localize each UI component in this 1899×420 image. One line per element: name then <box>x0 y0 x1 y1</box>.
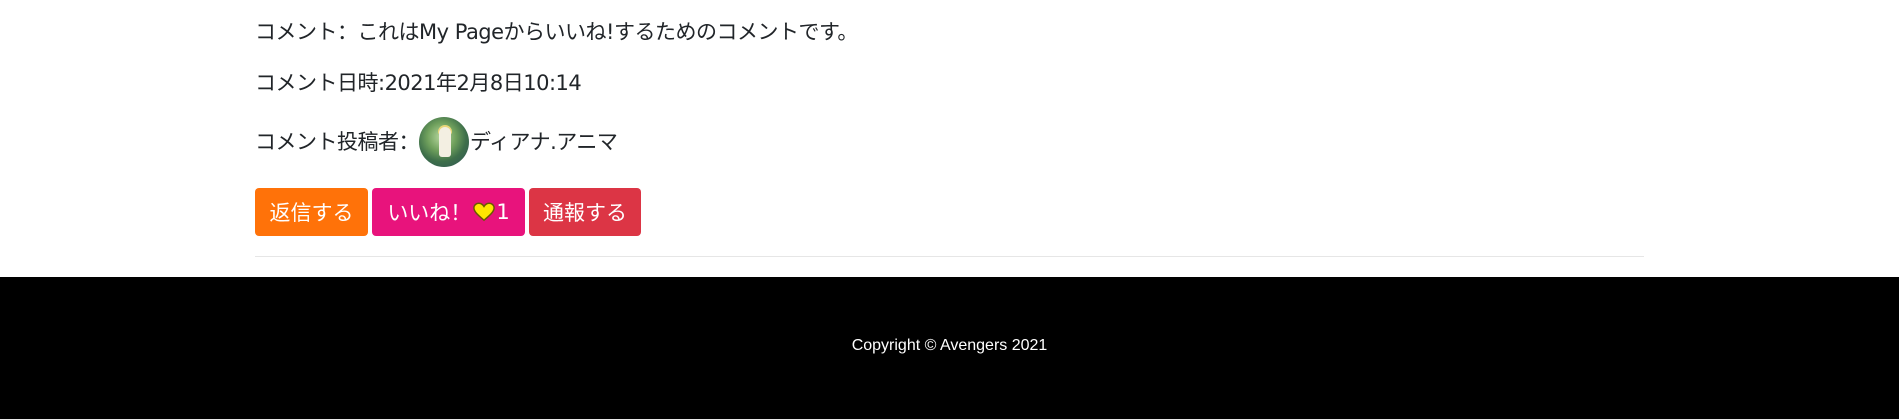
author-label: コメント投稿者： <box>255 130 420 154</box>
author-name[interactable]: ディアナ.アニマ <box>470 128 618 156</box>
heart-icon <box>473 202 496 222</box>
page: コメント：これはMy Pageからいいね!するためのコメントです。 コメント日時… <box>0 0 1899 420</box>
avatar[interactable] <box>419 117 469 167</box>
reply-button-label: 返信する <box>269 201 354 225</box>
like-count: 1 <box>496 200 510 224</box>
comment-author: コメント投稿者： ディアナ.アニマ <box>255 117 618 167</box>
reply-button[interactable]: 返信する <box>255 188 368 236</box>
comment-date: コメント日時:2021年2月8日10:14 <box>255 71 582 95</box>
comment-text: コメント：これはMy Pageからいいね!するためのコメントです。 <box>255 20 858 44</box>
comment-divider <box>255 256 1644 257</box>
report-button-label: 通報する <box>543 201 627 225</box>
avatar-figure <box>439 127 451 157</box>
report-button[interactable]: 通報する <box>529 188 641 236</box>
like-button[interactable]: いいね！ 1 <box>372 188 525 236</box>
like-button-label: いいね！ <box>387 201 472 225</box>
comment-actions: 返信する いいね！ 1 通報する <box>255 188 641 236</box>
footer-copyright: Copyright © Avengers 2021 <box>851 337 1048 354</box>
